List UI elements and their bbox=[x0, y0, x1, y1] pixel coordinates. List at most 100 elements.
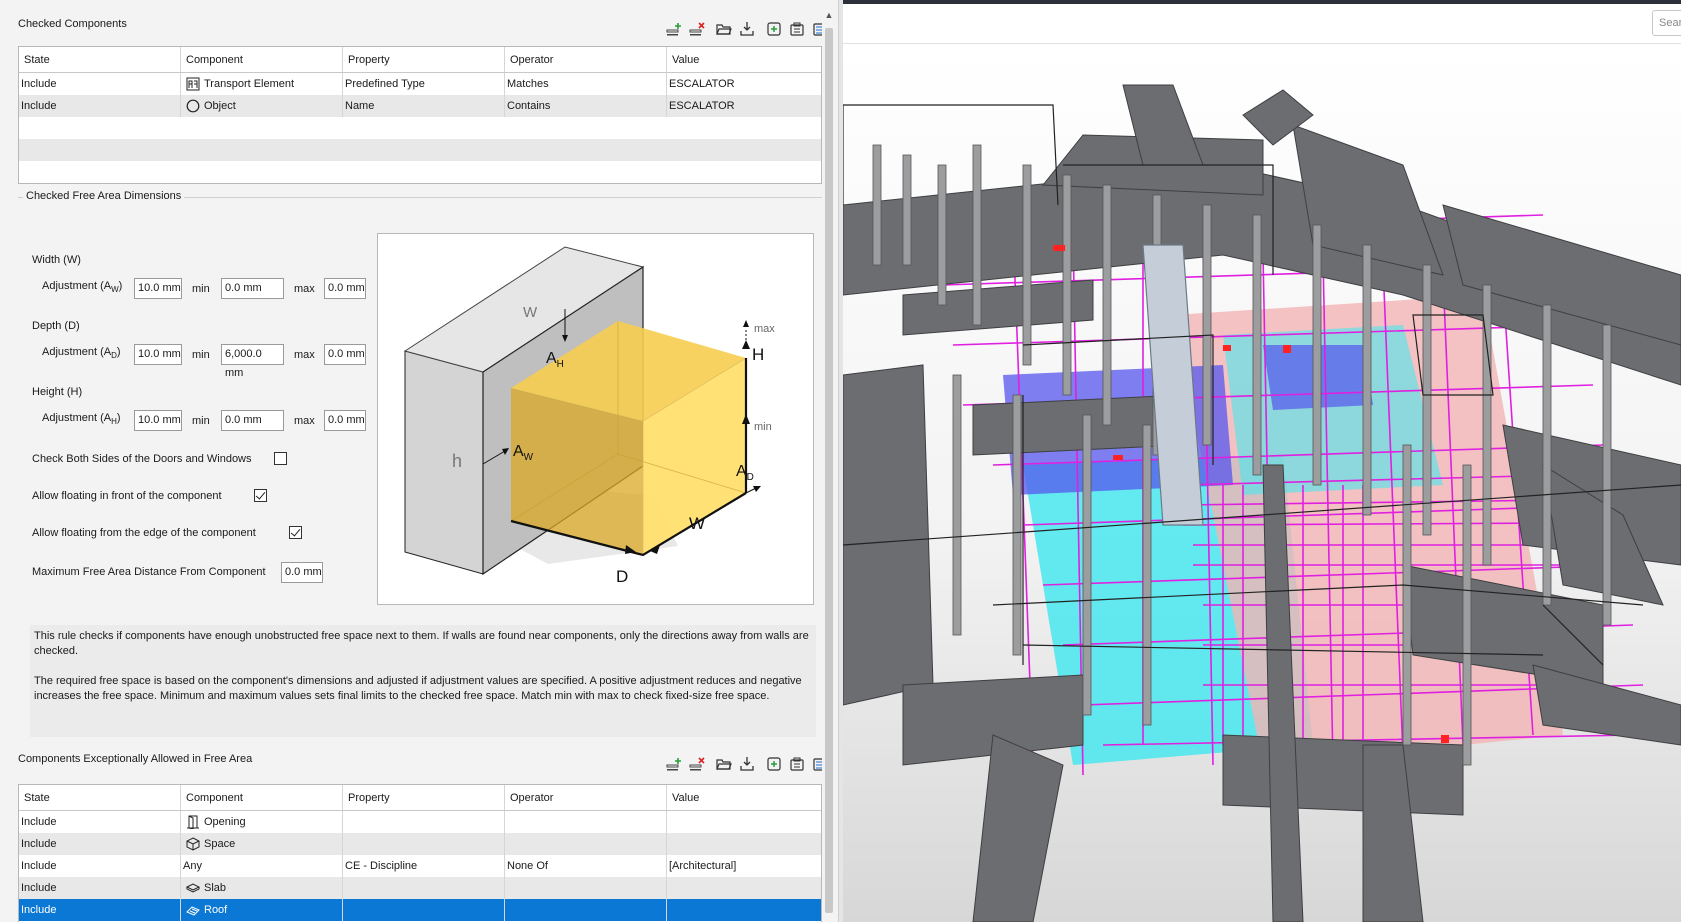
value-cell[interactable] bbox=[667, 877, 821, 899]
property-cell[interactable] bbox=[343, 877, 505, 899]
check-both-sides-checkbox[interactable] bbox=[274, 452, 287, 465]
search-input[interactable]: Sear bbox=[1652, 10, 1681, 36]
viewport-header bbox=[843, 4, 1681, 44]
property-cell[interactable]: Name bbox=[343, 95, 505, 117]
property-cell[interactable] bbox=[343, 833, 505, 855]
remove-row-button[interactable] bbox=[687, 20, 706, 38]
width-max-input[interactable]: 0.0 mm bbox=[324, 278, 366, 299]
state-cell[interactable]: Include bbox=[19, 855, 181, 877]
open-button[interactable] bbox=[714, 755, 733, 773]
save-button[interactable] bbox=[737, 20, 756, 38]
column-header-operator[interactable]: Operator bbox=[505, 47, 667, 72]
save-button[interactable] bbox=[737, 755, 756, 773]
width-min-input[interactable]: 0.0 mm bbox=[221, 278, 284, 299]
model-3d-viewport[interactable]: Sear bbox=[843, 0, 1681, 922]
operator-cell[interactable] bbox=[505, 877, 667, 899]
label-min: min bbox=[754, 421, 772, 433]
state-cell[interactable]: Include bbox=[19, 899, 181, 921]
table-row[interactable]: Include Opening bbox=[19, 811, 821, 833]
scroll-up-arrow-icon[interactable]: ▲ bbox=[824, 10, 834, 20]
operator-cell[interactable]: Matches bbox=[505, 73, 667, 95]
component-cell[interactable]: Transport Element bbox=[181, 73, 343, 95]
operator-cell[interactable]: None Of bbox=[505, 855, 667, 877]
remove-row-icon bbox=[689, 22, 705, 36]
add-template-button[interactable] bbox=[764, 20, 783, 38]
clipboard-button[interactable] bbox=[787, 20, 806, 38]
table-header: State Component Property Operator Value bbox=[19, 785, 821, 811]
depth-adjustment-input[interactable]: 10.0 mm bbox=[134, 344, 182, 365]
component-cell[interactable]: Object bbox=[181, 95, 343, 117]
property-cell[interactable]: CE - Discipline bbox=[343, 855, 505, 877]
max-distance-input[interactable]: 0.0 mm bbox=[281, 562, 323, 583]
property-cell[interactable]: Predefined Type bbox=[343, 73, 505, 95]
property-cell[interactable] bbox=[343, 811, 505, 833]
property-cell[interactable] bbox=[343, 899, 505, 921]
column-header-state[interactable]: State bbox=[19, 47, 181, 72]
label-W: W bbox=[689, 514, 705, 533]
space-icon bbox=[186, 837, 200, 851]
height-min-input[interactable]: 0.0 mm bbox=[221, 410, 284, 431]
value-cell[interactable] bbox=[667, 811, 821, 833]
table-row-selected[interactable]: Include Roof bbox=[19, 899, 821, 921]
operator-cell[interactable] bbox=[505, 833, 667, 855]
height-adjustment-label: Adjustment (AH) bbox=[42, 412, 121, 427]
operator-cell[interactable]: Contains bbox=[505, 95, 667, 117]
add-row-button[interactable] bbox=[664, 20, 683, 38]
allow-floating-edge-checkbox[interactable] bbox=[289, 526, 302, 539]
value-cell[interactable] bbox=[667, 899, 821, 921]
value-cell[interactable]: [Architectural] bbox=[667, 855, 821, 877]
open-button[interactable] bbox=[714, 20, 733, 38]
component-cell[interactable]: Slab bbox=[181, 877, 343, 899]
operator-cell[interactable] bbox=[505, 899, 667, 921]
add-row-icon bbox=[666, 23, 681, 36]
value-cell[interactable]: ESCALATOR bbox=[667, 73, 821, 95]
value-cell[interactable]: ESCALATOR bbox=[667, 95, 821, 117]
scrollbar-thumb[interactable] bbox=[825, 28, 833, 913]
column-header-value[interactable]: Value bbox=[667, 785, 821, 810]
column-header-property[interactable]: Property bbox=[343, 47, 505, 72]
depth-max-input[interactable]: 0.0 mm bbox=[324, 344, 366, 365]
model-scene[interactable] bbox=[843, 45, 1681, 922]
height-max-input[interactable]: 0.0 mm bbox=[324, 410, 366, 431]
clipboard-button[interactable] bbox=[787, 755, 806, 773]
value-cell[interactable] bbox=[667, 833, 821, 855]
allow-floating-front-checkbox[interactable] bbox=[254, 489, 267, 502]
width-adjustment-input[interactable]: 10.0 mm bbox=[134, 278, 182, 299]
column-header-state[interactable]: State bbox=[19, 785, 181, 810]
table-row[interactable]: Include Any CE - Discipline None Of [Arc… bbox=[19, 855, 821, 877]
table-row[interactable]: Include Object Name Contains ESCALATOR bbox=[19, 95, 821, 117]
add-row-button[interactable] bbox=[664, 755, 683, 773]
table-row[interactable]: Include Slab bbox=[19, 877, 821, 899]
column-header-value[interactable]: Value bbox=[667, 47, 821, 72]
table-row[interactable]: Include Transport Element Predefined Typ… bbox=[19, 73, 821, 95]
width-adjustment-label: Adjustment (AW) bbox=[42, 280, 123, 295]
column-header-component[interactable]: Component bbox=[181, 785, 343, 810]
column-header-operator[interactable]: Operator bbox=[505, 785, 667, 810]
column-header-property[interactable]: Property bbox=[343, 785, 505, 810]
height-adjustment-input[interactable]: 10.0 mm bbox=[134, 410, 182, 431]
state-cell[interactable]: Include bbox=[19, 95, 181, 117]
depth-min-input[interactable]: 6,000.0 mm bbox=[221, 344, 284, 379]
depth-min-label: min bbox=[192, 349, 210, 361]
component-cell[interactable]: Roof bbox=[181, 899, 343, 921]
vertical-scrollbar[interactable]: ▲ bbox=[822, 8, 836, 922]
state-cell[interactable]: Include bbox=[19, 833, 181, 855]
column-header-component[interactable]: Component bbox=[181, 47, 343, 72]
check-both-sides-label: Check Both Sides of the Doors and Window… bbox=[32, 453, 252, 465]
folder-open-icon bbox=[715, 24, 732, 35]
remove-row-button[interactable] bbox=[687, 755, 706, 773]
state-cell[interactable]: Include bbox=[19, 73, 181, 95]
table-row[interactable]: Include Space bbox=[19, 833, 821, 855]
component-cell[interactable]: Any bbox=[181, 855, 343, 877]
operator-cell[interactable] bbox=[505, 811, 667, 833]
component-cell[interactable]: Space bbox=[181, 833, 343, 855]
component-name: Roof bbox=[204, 904, 228, 916]
state-cell[interactable]: Include bbox=[19, 811, 181, 833]
state-cell[interactable]: Include bbox=[19, 877, 181, 899]
download-icon bbox=[739, 22, 754, 36]
add-template-button[interactable] bbox=[764, 755, 783, 773]
exceptions-toolbar bbox=[664, 755, 829, 773]
dimensions-group-title: Checked Free Area Dimensions bbox=[23, 190, 185, 202]
component-cell[interactable]: Opening bbox=[181, 811, 343, 833]
height-max-label: max bbox=[294, 415, 315, 427]
